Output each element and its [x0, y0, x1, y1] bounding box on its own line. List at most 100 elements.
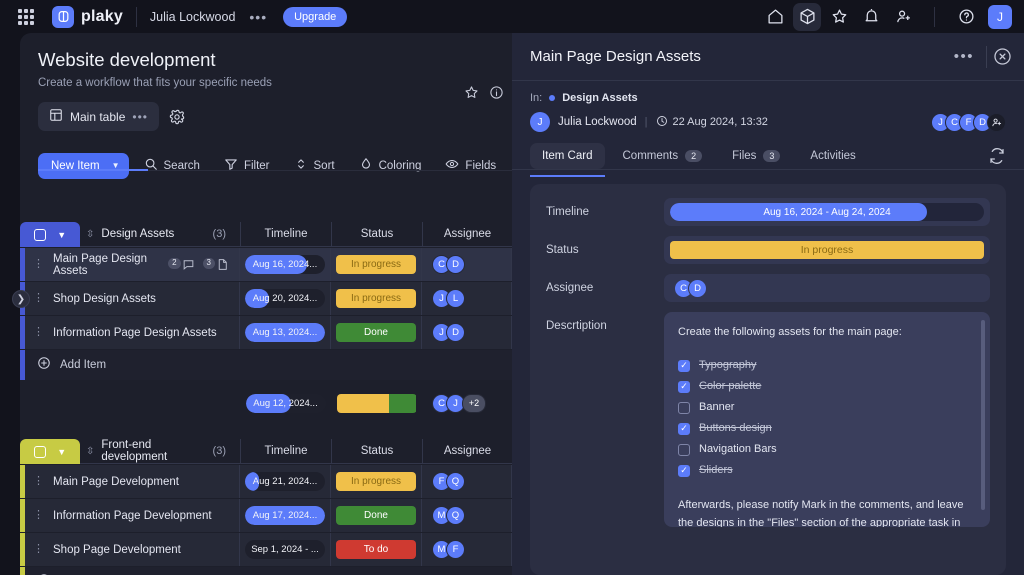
- avatar[interactable]: F: [446, 540, 465, 559]
- avatar[interactable]: D: [446, 323, 465, 342]
- column-header-assignee[interactable]: Assignee: [422, 439, 512, 464]
- gear-icon[interactable]: [169, 109, 185, 125]
- author-avatar[interactable]: J: [530, 112, 550, 132]
- timeline-cell[interactable]: Aug 20, 2024...: [240, 282, 331, 315]
- tab-activities[interactable]: Activities: [798, 143, 867, 169]
- chevron-down-icon[interactable]: ▼: [57, 447, 66, 457]
- drag-handle-icon[interactable]: ⇳: [86, 229, 94, 240]
- checkbox-checked-icon[interactable]: [678, 465, 690, 477]
- favorite-star-icon[interactable]: [464, 85, 479, 105]
- column-header-timeline[interactable]: Timeline: [240, 439, 331, 464]
- refresh-icon[interactable]: [988, 147, 1006, 165]
- status-badge[interactable]: In progress: [336, 289, 416, 308]
- assignee-field-box[interactable]: C D: [664, 274, 990, 302]
- chevron-down-icon[interactable]: ▼: [57, 230, 66, 240]
- status-cell[interactable]: To do: [331, 533, 422, 566]
- add-item-row[interactable]: Add Item: [20, 350, 512, 380]
- group-select-chip[interactable]: ▼: [20, 222, 80, 247]
- tab-item-card[interactable]: Item Card: [530, 143, 605, 169]
- timeline-field-box[interactable]: Aug 16, 2024 - Aug 24, 2024: [664, 198, 990, 226]
- timeline-pill[interactable]: Aug 16, 2024...: [245, 255, 325, 274]
- drag-handle-icon[interactable]: ⇳: [86, 446, 94, 457]
- status-cell[interactable]: In progress: [331, 282, 422, 315]
- box-icon[interactable]: [793, 3, 821, 31]
- row-menu-icon[interactable]: ⋮: [33, 511, 44, 520]
- checklist-item[interactable]: Color palette: [678, 378, 976, 395]
- timeline-pill[interactable]: Aug 20, 2024...: [245, 289, 325, 308]
- upgrade-button[interactable]: Upgrade: [283, 7, 347, 27]
- home-icon[interactable]: [761, 3, 789, 31]
- assignee-cell[interactable]: J L: [422, 282, 512, 315]
- status-cell[interactable]: In progress: [331, 248, 422, 281]
- avatar[interactable]: Q: [446, 472, 465, 491]
- status-cell[interactable]: Done: [331, 499, 422, 532]
- star-icon[interactable]: [825, 3, 853, 31]
- checklist-item[interactable]: Typography: [678, 357, 976, 374]
- avatar-overflow-count[interactable]: +2: [462, 394, 486, 413]
- file-count-badge[interactable]: 3: [203, 258, 229, 271]
- avatar[interactable]: Q: [446, 506, 465, 525]
- assignee-cell[interactable]: M F: [422, 533, 512, 566]
- new-item-button[interactable]: New Item ▼: [38, 153, 129, 179]
- status-cell[interactable]: In progress: [331, 465, 422, 498]
- row-name-cell[interactable]: ⋮ Information Page Design Assets: [25, 316, 240, 349]
- row-menu-icon[interactable]: ⋮: [33, 294, 44, 303]
- column-header-status[interactable]: Status: [331, 222, 422, 247]
- assignee-cell[interactable]: C D: [422, 248, 512, 281]
- table-row[interactable]: ⋮ Shop Page Development Sep 1, 2024 - ..…: [20, 533, 512, 566]
- status-badge[interactable]: Done: [336, 506, 416, 525]
- timeline-pill[interactable]: Sep 1, 2024 - ...: [245, 540, 325, 559]
- row-menu-icon[interactable]: ⋮: [33, 328, 44, 337]
- grid-apps-icon[interactable]: [18, 9, 34, 25]
- column-header-status[interactable]: Status: [331, 439, 422, 464]
- row-menu-icon[interactable]: ⋮: [33, 477, 44, 486]
- add-person-icon[interactable]: [987, 113, 1006, 132]
- bell-icon[interactable]: [857, 3, 885, 31]
- sort-button[interactable]: Sort: [285, 151, 344, 180]
- status-badge[interactable]: In progress: [670, 241, 984, 259]
- timeline-bar[interactable]: Aug 16, 2024 - Aug 24, 2024: [670, 203, 984, 221]
- group-checkbox[interactable]: [34, 229, 46, 241]
- status-badge[interactable]: In progress: [336, 472, 416, 491]
- tab-more-button[interactable]: •••: [132, 110, 148, 124]
- row-name-cell[interactable]: ⋮ Shop Design Assets: [25, 282, 240, 315]
- tab-main-table[interactable]: Main table •••: [38, 102, 159, 131]
- row-name-cell[interactable]: ⋮ Main Page Design Assets 2 3: [25, 248, 240, 281]
- status-badge[interactable]: In progress: [336, 255, 416, 274]
- fields-button[interactable]: Fields: [436, 151, 505, 180]
- topbar-more-button[interactable]: •••: [249, 9, 267, 25]
- timeline-cell[interactable]: Aug 16, 2024...: [240, 248, 331, 281]
- timeline-cell[interactable]: Sep 1, 2024 - ...: [240, 533, 331, 566]
- add-item-row[interactable]: Add Item: [20, 567, 512, 575]
- table-row[interactable]: ⋮ Shop Design Assets Aug 20, 2024... In …: [20, 282, 512, 315]
- timeline-cell[interactable]: Aug 17, 2024...: [240, 499, 331, 532]
- status-badge[interactable]: Done: [336, 323, 416, 342]
- tab-comments[interactable]: Comments 2: [611, 143, 715, 169]
- coloring-button[interactable]: Coloring: [350, 151, 431, 180]
- timeline-pill[interactable]: Aug 21, 2024...: [245, 472, 325, 491]
- assignee-cell[interactable]: J D: [422, 316, 512, 349]
- info-icon[interactable]: [489, 85, 504, 105]
- checkbox-checked-icon[interactable]: [678, 381, 690, 393]
- checkbox-icon[interactable]: [678, 444, 690, 456]
- filter-button[interactable]: Filter: [215, 151, 279, 180]
- row-menu-icon[interactable]: ⋮: [33, 260, 44, 269]
- status-badge[interactable]: To do: [336, 540, 416, 559]
- sidebar-expand-button[interactable]: ❯: [12, 290, 30, 308]
- timeline-cell[interactable]: Aug 21, 2024...: [240, 465, 331, 498]
- assignee-cell[interactable]: M Q: [422, 499, 512, 532]
- avatar[interactable]: D: [446, 255, 465, 274]
- checklist-item[interactable]: Banner: [678, 399, 976, 416]
- timeline-cell[interactable]: Aug 13, 2024...: [240, 316, 331, 349]
- breadcrumb-group-name[interactable]: Design Assets: [562, 92, 637, 104]
- help-icon[interactable]: [952, 3, 980, 31]
- row-menu-icon[interactable]: ⋮: [33, 545, 44, 554]
- add-user-icon[interactable]: [889, 3, 917, 31]
- group-select-chip[interactable]: ▼: [20, 439, 80, 464]
- checklist-item[interactable]: Sliders: [678, 462, 976, 479]
- assignee-cell[interactable]: F Q: [422, 465, 512, 498]
- checkbox-checked-icon[interactable]: [678, 360, 690, 372]
- timeline-pill[interactable]: Aug 17, 2024...: [245, 506, 325, 525]
- timeline-pill[interactable]: Aug 13, 2024...: [245, 323, 325, 342]
- group-checkbox[interactable]: [34, 446, 46, 458]
